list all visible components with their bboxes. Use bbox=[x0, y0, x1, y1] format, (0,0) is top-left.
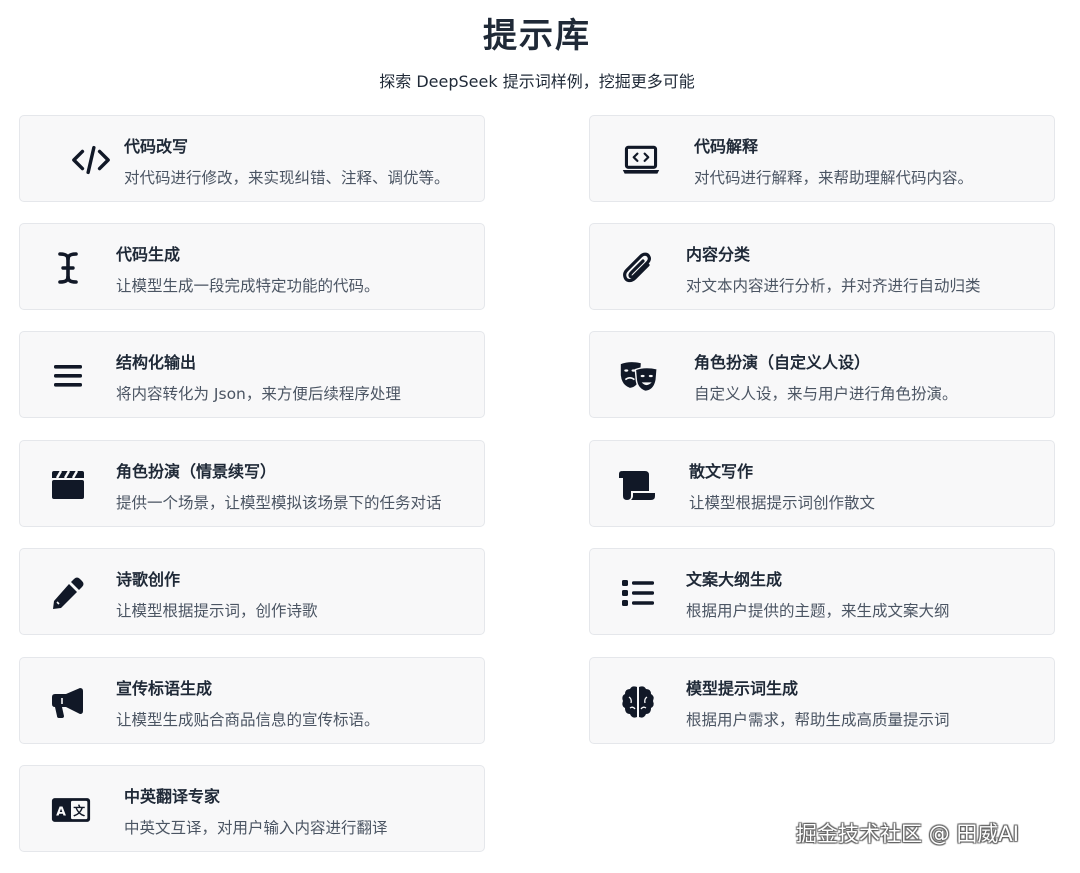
card-title: 代码生成 bbox=[116, 245, 181, 264]
prompt-card-outline[interactable]: 文案大纲生成 根据用户提供的主题，来生成文案大纲 bbox=[589, 548, 1055, 635]
card-title: 内容分类 bbox=[686, 245, 751, 264]
card-description: 让模型根据提示词创作散文 bbox=[689, 494, 876, 512]
card-description: 让模型根据提示词，创作诗歌 bbox=[116, 602, 318, 620]
card-title: 结构化输出 bbox=[116, 353, 197, 372]
laptop-code-icon bbox=[621, 140, 661, 180]
card-title: 角色扮演（自定义人设） bbox=[694, 353, 871, 372]
bars-icon bbox=[48, 356, 88, 396]
page-subtitle: 探索 DeepSeek 提示词样例，挖掘更多可能 bbox=[379, 72, 695, 91]
brain-icon bbox=[618, 682, 658, 722]
card-title: 宣传标语生成 bbox=[116, 679, 213, 698]
clapperboard-icon bbox=[48, 465, 88, 505]
prompt-card-code-generate[interactable]: 代码生成 让模型生成一段完成特定功能的代码。 bbox=[19, 223, 485, 310]
page-title: 提示库 bbox=[483, 16, 591, 56]
prompt-card-prompt-generate[interactable]: 模型提示词生成 根据用户需求，帮助生成高质量提示词 bbox=[589, 657, 1055, 744]
pencil-icon bbox=[48, 573, 88, 613]
card-description: 对代码进行解释，来帮助理解代码内容。 bbox=[694, 169, 974, 187]
card-description: 中英文互译，对用户输入内容进行翻译 bbox=[124, 819, 388, 837]
prompt-card-code-explain[interactable]: 代码解释 对代码进行解释，来帮助理解代码内容。 bbox=[589, 115, 1055, 202]
card-title: 模型提示词生成 bbox=[686, 679, 799, 698]
prompt-card-poetry[interactable]: 诗歌创作 让模型根据提示词，创作诗歌 bbox=[19, 548, 485, 635]
list-icon bbox=[618, 573, 658, 613]
card-description: 对文本内容进行分析，并对齐进行自动归类 bbox=[686, 277, 981, 295]
prompt-library-page: 提示库 探索 DeepSeek 提示词样例，挖掘更多可能 代码改写 对代码进行修… bbox=[0, 0, 1080, 873]
card-description: 根据用户需求，帮助生成高质量提示词 bbox=[686, 711, 950, 729]
card-title: 中英翻译专家 bbox=[124, 787, 221, 806]
card-description: 对代码进行修改，来实现纠错、注释、调优等。 bbox=[124, 169, 450, 187]
card-title: 文案大纲生成 bbox=[686, 570, 783, 589]
code-icon bbox=[71, 140, 111, 180]
card-description: 将内容转化为 Json，来方便后续程序处理 bbox=[116, 385, 401, 403]
card-title: 散文写作 bbox=[689, 462, 754, 481]
prompt-card-roleplay-scene[interactable]: 角色扮演（情景续写） 提供一个场景，让模型模拟该场景下的任务对话 bbox=[19, 440, 485, 527]
card-title: 角色扮演（情景续写） bbox=[116, 462, 277, 481]
language-icon: A 文 bbox=[51, 790, 91, 830]
prompt-card-content-classify[interactable]: 内容分类 对文本内容进行分析，并对齐进行自动归类 bbox=[589, 223, 1055, 310]
scroll-icon bbox=[617, 465, 657, 505]
card-description: 让模型生成贴合商品信息的宣传标语。 bbox=[116, 711, 380, 729]
svg-text:文: 文 bbox=[73, 804, 85, 818]
card-title: 代码改写 bbox=[124, 137, 189, 156]
card-title: 诗歌创作 bbox=[116, 570, 181, 589]
text-cursor-icon bbox=[48, 248, 88, 288]
card-description: 让模型生成一段完成特定功能的代码。 bbox=[116, 277, 380, 295]
prompt-card-slogan[interactable]: 宣传标语生成 让模型生成贴合商品信息的宣传标语。 bbox=[19, 657, 485, 744]
prompt-card-code-rewrite[interactable]: 代码改写 对代码进行修改，来实现纠错、注释、调优等。 bbox=[19, 115, 485, 202]
prompt-card-prose[interactable]: 散文写作 让模型根据提示词创作散文 bbox=[589, 440, 1055, 527]
prompt-card-roleplay-custom[interactable]: 角色扮演（自定义人设） 自定义人设，来与用户进行角色扮演。 bbox=[589, 331, 1055, 418]
card-description: 提供一个场景，让模型模拟该场景下的任务对话 bbox=[116, 494, 442, 512]
card-description: 自定义人设，来与用户进行角色扮演。 bbox=[694, 385, 958, 403]
card-description: 根据用户提供的主题，来生成文案大纲 bbox=[686, 602, 950, 620]
prompt-card-structured-output[interactable]: 结构化输出 将内容转化为 Json，来方便后续程序处理 bbox=[19, 331, 485, 418]
paperclip-icon bbox=[618, 248, 658, 288]
watermark: 掘金技术社区 @ 田威AI bbox=[796, 822, 1019, 846]
svg-text:A: A bbox=[56, 803, 66, 818]
theater-masks-icon bbox=[619, 356, 659, 396]
prompt-card-translation[interactable]: A 文 中英翻译专家 中英文互译，对用户输入内容进行翻译 bbox=[19, 765, 485, 852]
bullhorn-icon bbox=[48, 682, 88, 722]
card-title: 代码解释 bbox=[694, 137, 759, 156]
